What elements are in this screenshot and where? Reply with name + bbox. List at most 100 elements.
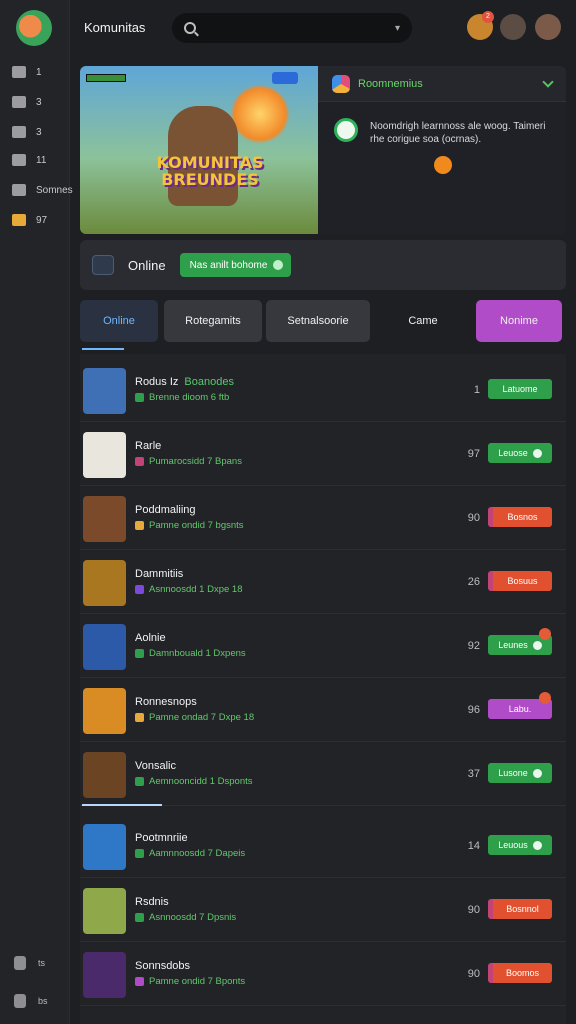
game-logo-text: KOMUNITAS BREUNDES xyxy=(156,153,264,189)
list-item[interactable]: Sonnsdobs Pamne ondid 7 Bponts 90 Boomos xyxy=(80,944,566,1006)
list-item[interactable]: Rsdnis Asnnoosdd 7 Dpsnis 90 Bosnnol xyxy=(80,880,566,942)
item-action-button[interactable]: Bosnos xyxy=(488,507,552,527)
sidebar-item-label: Somnes xyxy=(36,184,73,196)
item-subtitle-text: Aemnooncidd 1 Dsponts xyxy=(149,776,253,787)
item-name: Aolnie xyxy=(135,632,172,644)
item-name: Rodus Iz Boanodes xyxy=(135,376,234,388)
game-thumbnail[interactable] xyxy=(83,752,126,798)
item-action-label: Latuome xyxy=(502,384,538,394)
tab-online[interactable]: Online xyxy=(80,300,158,342)
game-thumbnail[interactable] xyxy=(83,952,126,998)
tab-setnalsoorie[interactable]: Setnalsoorie xyxy=(266,300,370,342)
list-item[interactable]: Dammitiis Asnnoosdd 1 Dxpe 18 26 Bosuus xyxy=(80,552,566,614)
item-name: Poddmaliing xyxy=(135,504,202,516)
game-thumbnail[interactable] xyxy=(83,824,126,870)
sidebar-item-label: 3 xyxy=(36,126,42,138)
quest-icon xyxy=(334,118,358,142)
online-status-bar: Online Nas anilt bohome xyxy=(80,240,566,290)
item-action-button[interactable]: Bosuus xyxy=(488,571,552,591)
shield-icon xyxy=(14,956,26,970)
item-count: 96 xyxy=(467,704,480,716)
status-icon xyxy=(135,393,144,402)
app-chip-icon xyxy=(332,74,350,93)
tab-rotegamits[interactable]: Rotegamits xyxy=(164,300,262,342)
item-name: Vonsalic xyxy=(135,760,182,772)
featured-card[interactable]: KOMUNITAS BREUNDES Roomnemius Noomdrigh … xyxy=(80,66,566,234)
item-subtitle-text: Pamne ondad 7 Dxpe 18 xyxy=(149,712,255,723)
item-action-button[interactable]: Latuome xyxy=(488,379,552,399)
item-count: 90 xyxy=(467,968,480,980)
sidebar-footer-item-0[interactable]: ts xyxy=(14,956,45,970)
game-thumbnail[interactable] xyxy=(83,624,126,670)
sidebar-item-4[interactable]: Somnes xyxy=(12,180,73,200)
game-thumbnail[interactable] xyxy=(83,368,126,414)
item-action-label: Leuous xyxy=(498,840,528,850)
search-bar[interactable]: ▾ xyxy=(172,13,412,43)
notification-badge xyxy=(539,692,551,704)
sidebar-item-1[interactable]: 3 xyxy=(12,92,42,112)
item-action-button[interactable]: Leuose xyxy=(488,443,552,463)
user-avatar-3[interactable] xyxy=(535,14,561,40)
mail-icon xyxy=(12,154,26,166)
status-icon xyxy=(135,649,144,658)
list-item[interactable]: Rarle Pumarocsidd 7 Bpans 97 Leuose xyxy=(80,424,566,486)
list-item[interactable]: Pootmnriie Aamnnoosdd 7 Dapeis 14 Leuous xyxy=(80,816,566,878)
notification-badge xyxy=(539,628,551,640)
game-thumbnail[interactable] xyxy=(83,432,126,478)
sidebar-footer-item-1[interactable]: bs xyxy=(14,994,48,1008)
item-name: Dammitiis xyxy=(135,568,189,580)
item-action-button[interactable]: Bosnnol xyxy=(488,899,552,919)
item-count: 1 xyxy=(473,384,480,396)
list-item[interactable]: Ronnesnops Pamne ondad 7 Dxpe 18 96 Labu. xyxy=(80,680,566,742)
panel-header[interactable]: Roomnemius xyxy=(318,66,566,102)
sidebar-item-2[interactable]: 3 xyxy=(12,122,42,142)
user-avatar-2[interactable] xyxy=(500,14,526,40)
active-tab-indicator xyxy=(82,348,124,350)
tab-nonime[interactable]: Nonime xyxy=(476,300,562,342)
search-input[interactable] xyxy=(206,22,385,34)
item-subtitle-text: Brenne dioom 6 ftb xyxy=(149,392,230,403)
list-item[interactable]: Rodus Iz Boanodes Brenne dioom 6 ftb 1 Latuo… xyxy=(80,360,566,422)
item-action-label: Bosuus xyxy=(507,576,538,586)
trophy-icon xyxy=(12,214,26,226)
item-subtitle: Pamne ondad 7 Dxpe 18 xyxy=(135,712,254,723)
item-subtitle: Asnnoosdd 1 Dxpe 18 xyxy=(135,584,242,595)
sidebar-item-5[interactable]: 97 xyxy=(12,210,47,230)
search-dropdown-icon[interactable]: ▾ xyxy=(395,23,400,34)
play-icon[interactable] xyxy=(434,156,452,174)
item-subtitle: Asnnoosdd 7 Dpsnis xyxy=(135,912,236,923)
game-thumbnail[interactable] xyxy=(83,560,126,606)
app-logo[interactable] xyxy=(16,10,52,46)
list-item[interactable]: Poddmaliing Pamne ondid 7 bgsnts 90 Bosnos xyxy=(80,488,566,550)
check-icon xyxy=(532,448,542,458)
game-thumbnail[interactable] xyxy=(83,688,126,734)
sidebar-item-0[interactable]: 1 xyxy=(12,62,42,82)
item-action-button[interactable]: Boomos xyxy=(488,963,552,983)
list-item[interactable]: Aolnie Damnbouald 1 Dxpens 92 Leunes xyxy=(80,616,566,678)
item-action-label: Lusone xyxy=(498,768,528,778)
item-title: Pootmnriie xyxy=(135,832,188,844)
online-action-button[interactable]: Nas anilt bohome xyxy=(179,253,292,277)
featured-game-art[interactable]: KOMUNITAS BREUNDES xyxy=(80,66,318,234)
list-item[interactable]: Vonsalic Aemnooncidd 1 Dsponts 37 Lusone xyxy=(80,744,566,806)
panel-message: Noomdrigh learnnoss ale woog. Taimeri rh… xyxy=(370,121,546,145)
settings-icon xyxy=(14,994,26,1008)
search-icon xyxy=(184,22,196,34)
item-subtitle-text: Asnnoosdd 7 Dpsnis xyxy=(149,912,237,923)
check-icon xyxy=(532,768,542,778)
chat-icon xyxy=(12,126,26,138)
status-icon xyxy=(135,457,144,466)
game-thumbnail[interactable] xyxy=(83,888,126,934)
item-title: Vonsalic xyxy=(135,760,176,772)
chevron-down-icon[interactable] xyxy=(542,75,554,88)
item-action-label: Bosnos xyxy=(507,512,538,522)
item-action-button[interactable]: Lusone xyxy=(488,763,552,783)
item-action-button[interactable]: Leuous xyxy=(488,835,552,855)
status-icon xyxy=(135,713,144,722)
game-thumbnail[interactable] xyxy=(83,496,126,542)
sidebar-item-3[interactable]: 11 xyxy=(12,150,46,170)
item-subtitle-text: Pamne ondid 7 bgsnts xyxy=(149,520,244,531)
tab-came[interactable]: Came xyxy=(376,300,470,342)
item-count: 97 xyxy=(467,448,480,460)
item-name: Ronnesnops xyxy=(135,696,203,708)
